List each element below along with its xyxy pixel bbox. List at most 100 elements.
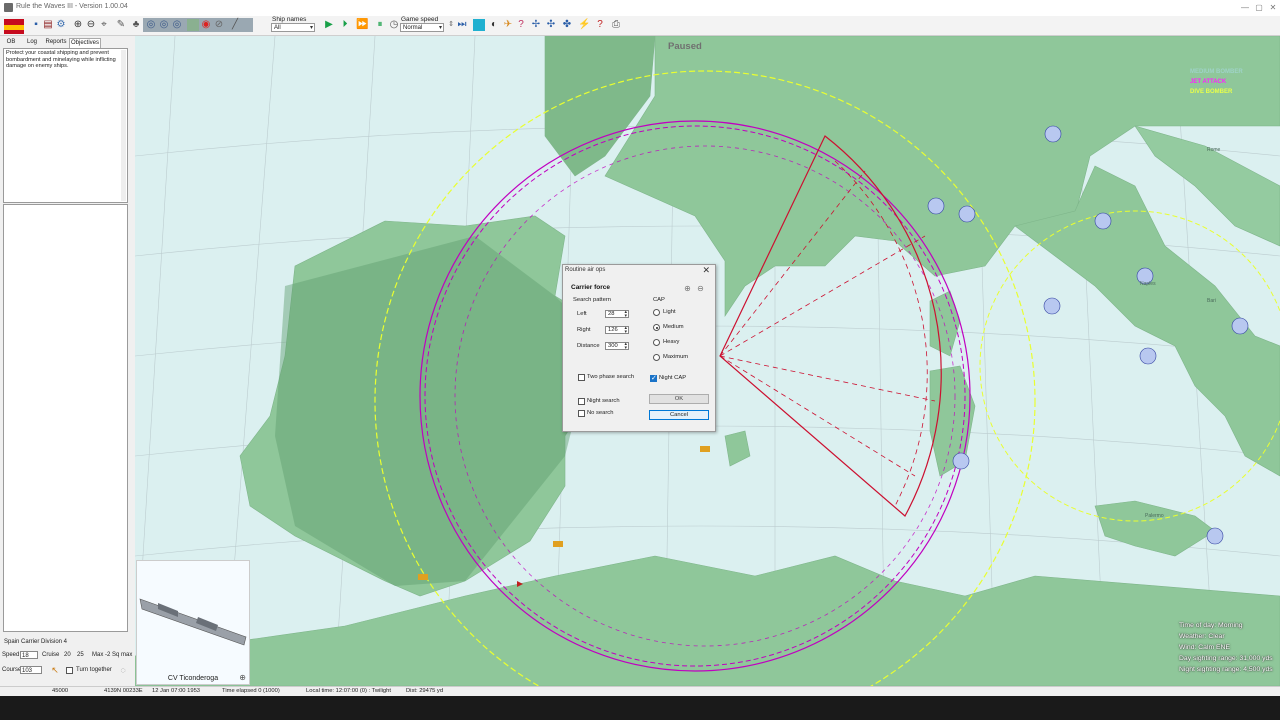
tab-reports[interactable]: Reports [44,38,68,47]
speed-label: Speed [2,652,20,658]
objectives-scrollbar[interactable] [121,50,126,201]
lock-icon[interactable]: ⊕ [239,673,246,682]
pause-icon[interactable]: ⏸ [374,19,386,31]
scatter-icon[interactable]: ✤ [561,19,573,31]
no-search-checkbox[interactable] [578,410,585,417]
night-cap-checkbox[interactable] [650,374,657,382]
step-icon[interactable]: ⏵ [339,19,351,31]
course-label: Course [2,667,22,673]
place-label-naples: Naples [1140,281,1156,287]
dialog-title: Routine air ops [565,267,606,273]
cancel-button[interactable]: Cancel [649,410,709,420]
save-icon[interactable]: ▪ [30,19,42,31]
ok-button[interactable]: OK [649,394,709,404]
cruise-value[interactable]: 20 [64,652,71,658]
dialog-close-icon[interactable]: ✕ [702,265,710,276]
mode-4-icon[interactable] [187,19,199,31]
ship-names-label: Ship names [272,16,307,23]
weather-condition: Weather: Clear [1179,633,1225,640]
minimize-button[interactable]: — [1238,2,1252,14]
close-button[interactable]: ✕ [1266,2,1280,14]
clock-icon[interactable]: ◷ [388,19,400,31]
legend-jet-attack: JET ATTACK [1190,79,1227,85]
turn-together-checkbox[interactable] [66,667,73,674]
turn-together-label: Turn together [76,667,112,673]
max-value[interactable]: 25 [77,652,84,658]
cap-heavy-radio[interactable] [653,339,660,346]
help-icon[interactable]: ? [594,19,606,31]
tab-objectives[interactable]: Objectives [69,38,101,48]
spain-flag-icon[interactable] [4,19,24,34]
cap-heavy-label: Heavy [663,339,680,345]
status-time-elapsed: Time elapsed 0 (1000) [222,688,280,694]
tab-ob[interactable]: OB [3,38,19,47]
settings-gear-icon[interactable]: ⚙ [55,19,67,31]
map-layer-icon[interactable] [473,19,485,31]
cap-light-label: Light [663,309,676,315]
globe-icon[interactable]: ◐ [488,19,500,31]
ship-portrait[interactable]: CV Ticonderoga ⊕ [136,560,250,685]
cap-label: CAP [653,297,665,303]
skip-icon[interactable]: ⏭ [456,19,468,31]
toolbar: ▪ ▤ ⚙ ⊕ ⊖ ⌖ ✎ ♣ ◎ ◎ ◎ ◉ ⊘ ╱ Ship names A… [0,16,1280,36]
zoom-out-icon[interactable]: ⊖ [85,19,97,31]
mode-1-icon[interactable]: ◎ [145,19,157,31]
night-search-label: Night search [587,398,620,404]
game-speed-select[interactable]: Normal ▾ [400,23,444,32]
play-icon[interactable]: ▶ [323,19,335,31]
status-scale: 45000 [52,688,69,694]
target-icon[interactable]: ◉ [200,19,212,31]
right-label: Right [577,327,591,333]
fleet-icon[interactable]: ♣ [130,19,142,31]
spread-icon[interactable]: ✣ [545,19,557,31]
speed-stepper[interactable]: 18 [20,651,38,659]
distance-stepper[interactable]: 300 ▴ ▾ [605,342,629,351]
objectives-box: Protect your coastal shipping and preven… [3,48,128,203]
search-pattern-label: Search pattern [573,297,612,303]
two-phase-search-label: Two phase search [587,374,635,380]
cap-light-radio[interactable] [653,309,660,316]
rudder-icon[interactable]: ↖ [49,664,61,676]
mode-3-icon[interactable]: ◎ [171,19,183,31]
carrier-silhouette-icon [139,598,247,646]
compass-icon[interactable]: ◌ [117,664,129,676]
fast-forward-icon[interactable]: ⏩ [356,19,368,31]
legend-medium-bomber: MEDIUM BOMBER [1190,69,1243,75]
print-icon[interactable]: ⎙ [610,19,622,31]
measure-icon[interactable]: ⌖ [98,19,110,31]
night-search-checkbox[interactable] [578,398,585,405]
game-speed-label: Game speed [401,16,439,23]
formation-icon[interactable]: ✢ [530,19,542,31]
air-icon[interactable]: ✈ [502,19,514,31]
two-phase-search-checkbox[interactable] [578,374,585,381]
course-stepper[interactable]: 103 [20,666,42,674]
load-icon[interactable]: ▤ [42,19,54,31]
weather-time-of-day: Time of day: Morning [1179,622,1243,629]
cap-group: CAP Light Medium Heavy Maximum [649,297,709,367]
draw-icon[interactable]: ✎ [115,19,127,31]
left-stepper[interactable]: 28 ▴ ▾ [605,310,629,319]
routine-air-ops-dialog: Routine air ops ✕ ⊕ ⊖ Carrier force Sear… [562,264,716,432]
dialog-heading: Carrier force [571,284,611,291]
zoom-in-icon[interactable]: ⊕ [683,284,692,293]
ship-list-box[interactable] [3,204,128,632]
no-entry-icon[interactable]: ⊘ [213,19,225,31]
mode-2-icon[interactable]: ◎ [158,19,170,31]
zoom-out-icon[interactable]: ⊖ [696,284,705,293]
ship-name: CV Ticonderoga [167,675,219,682]
distance-label: Distance [577,343,600,349]
help-red-icon[interactable]: ? [515,19,527,31]
sq-max-label[interactable]: Sq max [112,652,132,658]
cap-medium-radio[interactable] [653,324,660,331]
right-stepper[interactable]: 126 ▴ ▾ [605,326,629,335]
maximize-button[interactable]: ▢ [1252,2,1266,14]
ship-names-select[interactable]: All ▾ [271,23,315,32]
zoom-in-icon[interactable]: ⊕ [72,19,84,31]
status-distance: Dist: 29475 yd [406,688,444,694]
cap-maximum-radio[interactable] [653,354,660,361]
taskbar-strip [0,696,1280,720]
tab-log[interactable]: Log [22,38,42,47]
line-icon[interactable]: ╱ [229,19,241,31]
hint-icon[interactable]: ⚡ [578,19,590,31]
max-label: Max -2 [92,652,111,658]
